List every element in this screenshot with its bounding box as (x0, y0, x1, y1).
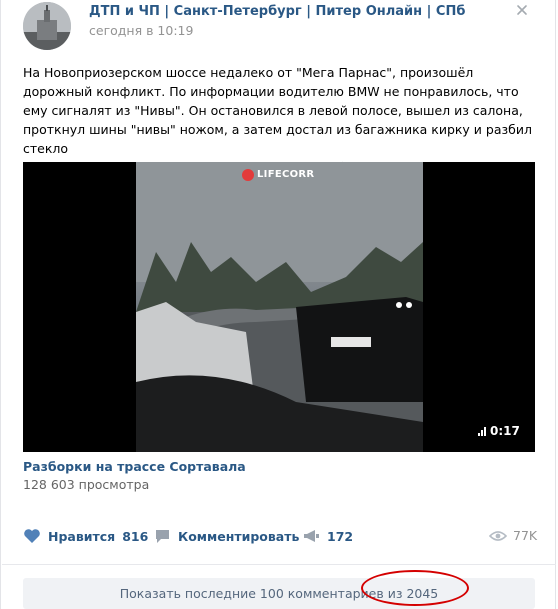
brand-logo-icon (242, 169, 254, 181)
megaphone-icon (304, 530, 319, 542)
video-duration: 0:17 (478, 424, 520, 438)
duration-label: 0:17 (490, 424, 520, 438)
like-button[interactable]: Нравится 816 (23, 528, 148, 544)
heart-icon (24, 529, 40, 543)
views-counter: 77K (489, 528, 537, 543)
like-count: 816 (122, 528, 149, 544)
video-title[interactable]: Разборки на трассе Сортавала (23, 459, 246, 474)
post-text: На Новоприозерском шоссе недалеко от "Ме… (23, 65, 532, 175)
eye-icon (489, 530, 507, 541)
church-image (23, 2, 71, 50)
pager-dot (406, 302, 412, 308)
comment-button[interactable]: Комментировать (154, 528, 299, 544)
brand-label: LIFECORR (257, 169, 315, 180)
annotation-circle (361, 570, 469, 606)
more-icon[interactable] (514, 2, 530, 20)
video-scene (136, 162, 423, 452)
volume-bars-icon (478, 426, 486, 436)
video-views: 128 603 просмотра (23, 477, 150, 492)
video-pager (396, 302, 412, 308)
video-player[interactable]: LIFECORR 0:17 (23, 162, 535, 452)
share-button[interactable]: 172 (302, 528, 353, 544)
post-card: ДТП и ЧП | Санкт-Петербург | Питер Онлай… (0, 0, 556, 609)
comment-label: Комментировать (178, 528, 300, 544)
community-avatar[interactable] (23, 2, 71, 50)
actions-divider (2, 564, 556, 565)
pager-dot (396, 302, 402, 308)
video-frame: LIFECORR (136, 162, 423, 452)
post-date[interactable]: сегодня в 10:19 (89, 23, 193, 38)
video-brand: LIFECORR (240, 168, 318, 182)
like-label: Нравится (48, 528, 116, 544)
author-name[interactable]: ДТП и ЧП | Санкт-Петербург | Питер Онлай… (89, 4, 465, 19)
share-count: 172 (327, 528, 354, 544)
comment-icon (156, 530, 169, 543)
post-actions: Нравится 816 Комментировать 172 77K (23, 528, 537, 548)
views-count: 77K (513, 528, 538, 543)
